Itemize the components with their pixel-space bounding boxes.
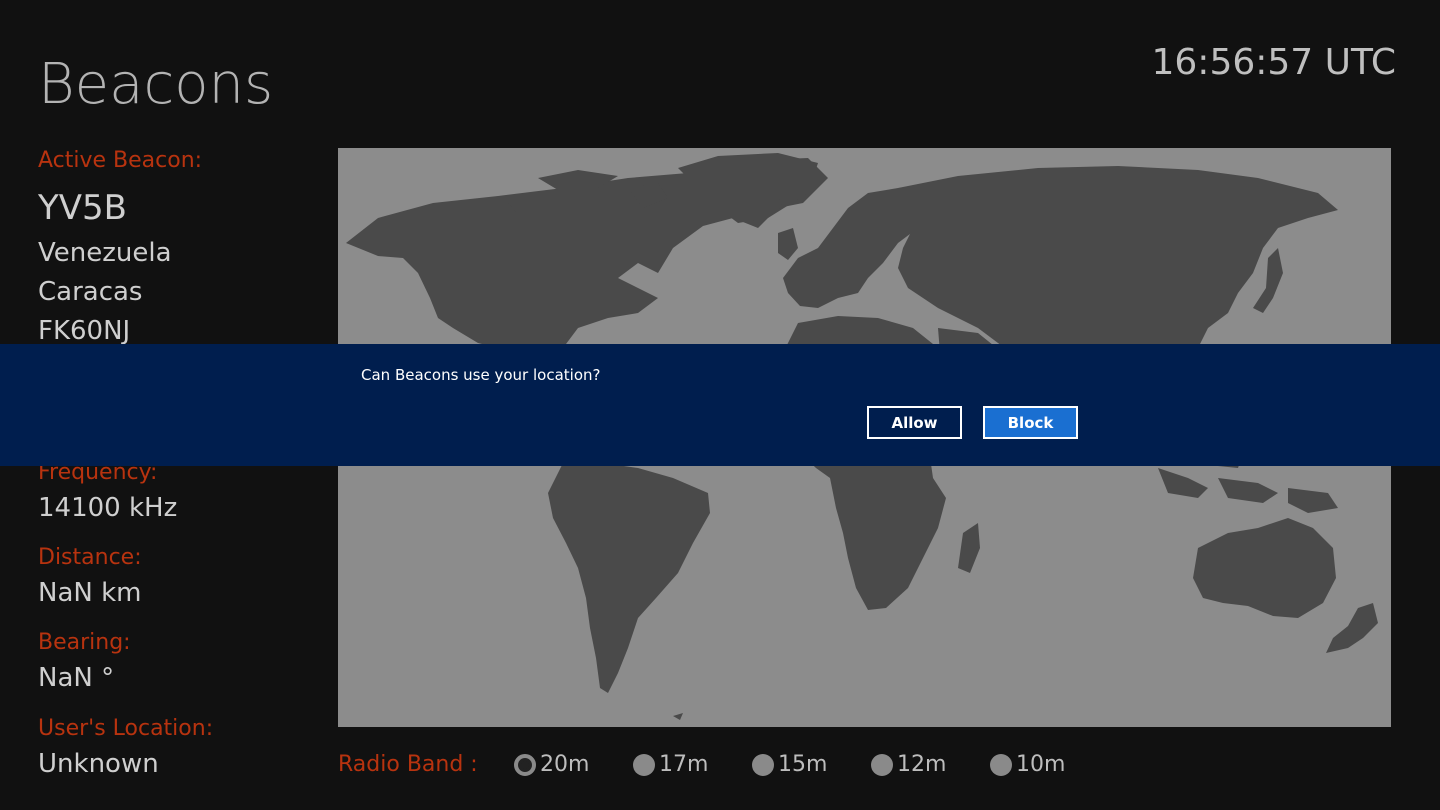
distance-label: Distance: (38, 545, 142, 570)
radio-button-icon[interactable] (990, 753, 1012, 776)
beacon-country: Venezuela (38, 238, 172, 268)
distance-value: NaN km (38, 578, 142, 608)
band-option-12m[interactable]: 12m (871, 752, 946, 777)
radio-button-icon[interactable] (633, 753, 655, 776)
radio-band-label: Radio Band : (338, 752, 478, 777)
radio-button-icon[interactable] (752, 753, 774, 776)
user-location-value: Unknown (38, 749, 159, 779)
dialog-prompt: Can Beacons use your location? (361, 366, 601, 384)
madagascar-landmass (958, 523, 980, 573)
british-isles-landmass (748, 196, 798, 260)
frequency-value: 14100 kHz (38, 493, 178, 523)
location-permission-dialog: Can Beacons use your location? Allow Blo… (0, 344, 1440, 466)
bearing-label: Bearing: (38, 630, 131, 655)
utc-clock: 16:56:57 UTC (1151, 42, 1397, 83)
band-option-label: 10m (1016, 752, 1066, 777)
bearing-value: NaN ° (38, 663, 115, 693)
radio-button-selected-icon[interactable] (514, 753, 536, 776)
band-option-20m[interactable]: 20m (514, 752, 589, 777)
antarctic-fragment (673, 713, 683, 720)
australia-landmass (1193, 518, 1336, 618)
band-option-15m[interactable]: 15m (752, 752, 827, 777)
band-option-10m[interactable]: 10m (990, 752, 1065, 777)
app-title: Beacons (38, 52, 274, 117)
block-button[interactable]: Block (983, 406, 1078, 439)
allow-button[interactable]: Allow (867, 406, 962, 439)
app-window: Beacons 16:56:57 UTC Active Beacon: YV5B… (0, 0, 1440, 810)
beacon-grid-locator: FK60NJ (38, 316, 131, 346)
beacon-callsign: YV5B (38, 188, 127, 228)
beacon-city: Caracas (38, 277, 143, 307)
active-beacon-label: Active Beacon: (38, 148, 203, 173)
band-option-label: 12m (897, 752, 947, 777)
band-option-17m[interactable]: 17m (633, 752, 708, 777)
band-option-label: 17m (659, 752, 709, 777)
band-option-label: 15m (778, 752, 828, 777)
radio-button-icon[interactable] (871, 753, 893, 776)
user-location-label: User's Location: (38, 716, 214, 741)
new-zealand-landmass (1326, 603, 1378, 653)
band-option-label: 20m (540, 752, 590, 777)
south-america-landmass (548, 463, 710, 693)
